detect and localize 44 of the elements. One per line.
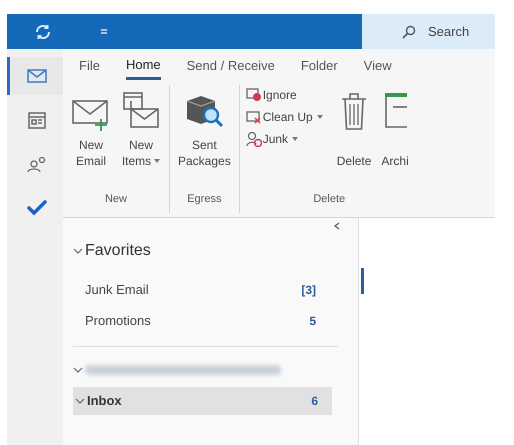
ribbon-tab[interactable]: Folder bbox=[300, 54, 338, 76]
trash-icon bbox=[340, 91, 368, 131]
scrollbar-thumb[interactable] bbox=[361, 268, 364, 294]
new-items-icon bbox=[121, 91, 161, 131]
delete-button[interactable]: Delete bbox=[332, 85, 376, 169]
group-label: Delete bbox=[313, 192, 346, 207]
archive-button[interactable]: Archi bbox=[377, 85, 413, 169]
new-email-button[interactable]: New Email bbox=[67, 85, 115, 169]
chevron-down-icon[interactable] bbox=[73, 367, 83, 373]
unread-count: [3] bbox=[301, 282, 316, 298]
clean-up-button[interactable]: Clean Up bbox=[246, 107, 323, 127]
nav-button[interactable] bbox=[7, 57, 63, 95]
calendar-icon bbox=[28, 111, 46, 129]
unread-count: 5 bbox=[309, 312, 316, 330]
new-items-button[interactable]: New Items bbox=[117, 85, 165, 169]
search-icon bbox=[402, 24, 416, 38]
ribbon-tab[interactable]: File bbox=[79, 54, 100, 76]
group-label: New bbox=[104, 192, 127, 207]
junk-icon bbox=[246, 131, 262, 147]
unread-count: 6 bbox=[311, 393, 318, 410]
search-field[interactable]: Search bbox=[362, 14, 495, 49]
section-header[interactable]: Favorites bbox=[85, 239, 151, 263]
quick-access-icon[interactable] bbox=[100, 28, 108, 36]
chevron-down-icon[interactable] bbox=[75, 398, 85, 404]
ribbon-tab[interactable]: Send / Receive bbox=[186, 54, 275, 76]
checkmark-icon bbox=[26, 200, 46, 216]
ignore-button[interactable]: Ignore bbox=[246, 85, 323, 105]
archive-icon bbox=[383, 91, 408, 131]
folder-item[interactable]: Promotions 5 bbox=[73, 305, 332, 336]
folder-item[interactable]: Junk Email [3] bbox=[73, 274, 332, 305]
ribbon-tab[interactable]: Home bbox=[126, 50, 161, 80]
new-email-icon bbox=[71, 97, 111, 131]
group-label: Egress bbox=[187, 192, 222, 207]
ribbon-tab[interactable]: View bbox=[364, 54, 392, 76]
sync-icon[interactable] bbox=[34, 22, 52, 40]
clean-up-icon bbox=[246, 110, 262, 124]
folder-item[interactable]: Inbox 6 bbox=[73, 387, 332, 415]
mail-icon bbox=[26, 68, 46, 84]
collapse-icon[interactable] bbox=[334, 222, 340, 230]
chevron-down-icon[interactable] bbox=[73, 248, 83, 254]
ignore-icon bbox=[246, 88, 262, 102]
sent-packages-button[interactable]: Sent Packages bbox=[174, 85, 235, 169]
junk-button[interactable]: Junk bbox=[246, 129, 323, 149]
people-icon bbox=[26, 155, 46, 173]
